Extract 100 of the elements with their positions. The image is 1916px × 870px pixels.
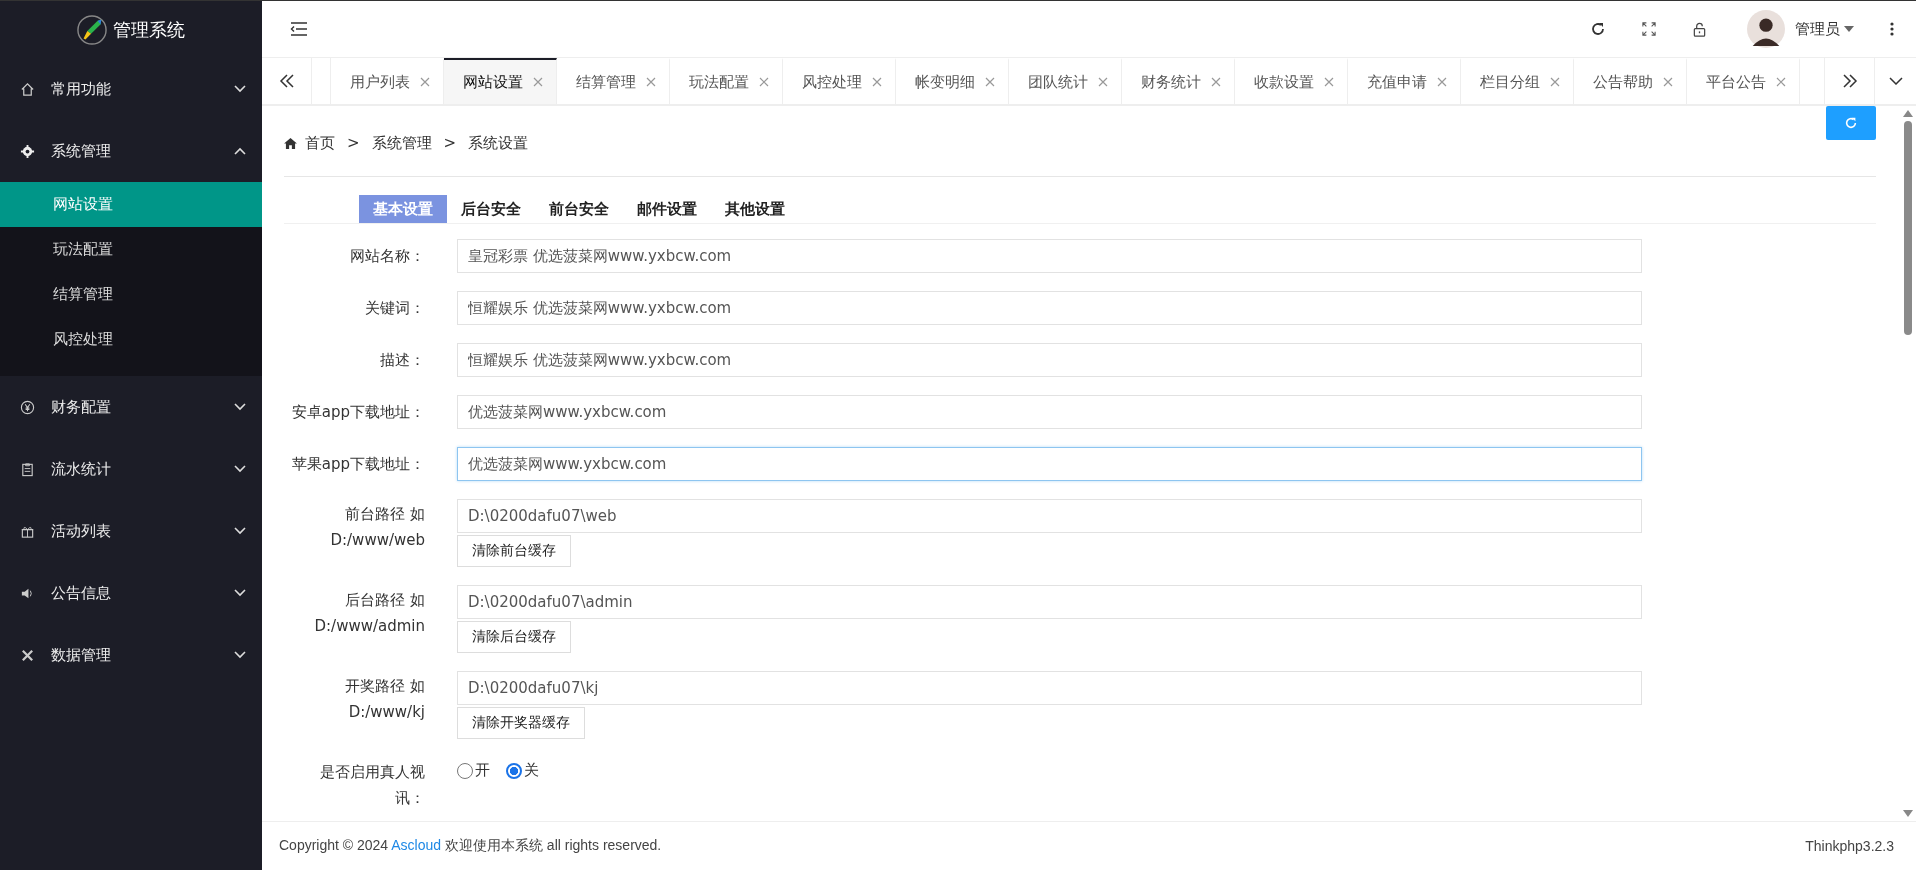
menu-icon[interactable] (290, 21, 308, 37)
chevron-up-icon (234, 147, 246, 155)
page-tab[interactable]: 平台公告 (1687, 58, 1800, 104)
clear-cache-button[interactable]: 清除开奖器缓存 (457, 707, 585, 739)
text-field[interactable]: 优选菠菜网www.yxbcw.com (457, 447, 1642, 481)
close-icon[interactable] (1324, 77, 1334, 87)
page-tab[interactable]: 公告帮助 (1574, 58, 1687, 104)
close-icon[interactable] (1211, 77, 1221, 87)
close-icon[interactable] (420, 77, 430, 87)
page-tab[interactable]: 结算管理 (557, 58, 670, 104)
clear-cache-button[interactable]: 清除前台缓存 (457, 535, 571, 567)
close-icon[interactable] (533, 77, 543, 87)
avatar[interactable] (1747, 10, 1785, 48)
field-label: 网站名称： (350, 246, 425, 267)
field-label: 开奖路径 如 D:/www/kj (344, 676, 425, 723)
field-label: 苹果app下载地址： (291, 454, 425, 475)
menu-item[interactable]: 活动列表 (0, 500, 262, 562)
menu-item[interactable]: 系统管理 (0, 120, 262, 182)
menu-item[interactable]: 常用功能 (0, 58, 262, 120)
close-icon[interactable] (1663, 77, 1673, 87)
page-tab[interactable]: 栏目分组 (1461, 58, 1574, 104)
refresh-icon[interactable] (1590, 21, 1606, 37)
tab-label: 团队统计 (1028, 72, 1088, 92)
clipboard-icon (20, 461, 35, 477)
page-tab[interactable]: 财务统计 (1122, 58, 1235, 104)
chevron-down-icon (234, 651, 246, 659)
clear-cache-button[interactable]: 清除后台缓存 (457, 621, 571, 653)
settings-tab[interactable]: 邮件设置 (623, 195, 711, 223)
menu-item[interactable]: 公告信息 (0, 562, 262, 624)
chevron-down-icon (234, 465, 246, 473)
close-icon[interactable] (985, 77, 995, 87)
menu-item[interactable]: 流水统计 (0, 438, 262, 500)
tab-label: 公告帮助 (1593, 72, 1653, 92)
breadcrumb-item[interactable]: 系统管理 (371, 133, 432, 153)
tab-label: 平台公告 (1706, 72, 1766, 92)
radio-option[interactable]: 关 (506, 761, 539, 780)
page-tab[interactable]: 充值申请 (1348, 58, 1461, 104)
company-link[interactable]: Ascloud (391, 837, 442, 853)
version-text: Thinkphp3.2.3 (1805, 838, 1894, 854)
menu-item[interactable]: 数据管理 (0, 624, 262, 686)
submenu-item[interactable]: 网站设置 (0, 182, 262, 227)
close-icon[interactable] (872, 77, 882, 87)
page-tab[interactable]: 团队统计 (1009, 58, 1122, 104)
page-tab[interactable]: 玩法配置 (670, 58, 783, 104)
tab-label: 栏目分组 (1480, 72, 1540, 92)
close-icon[interactable] (759, 77, 769, 87)
home-icon (284, 137, 297, 149)
page-tab[interactable]: 网站设置 (444, 58, 557, 104)
user-menu[interactable]: 管理员 (1795, 19, 1854, 39)
field-label: 是否启用真人视讯： (319, 762, 425, 809)
yen-icon (20, 399, 35, 415)
settings-tab[interactable]: 后台安全 (447, 195, 535, 223)
page-tab[interactable]: 风控处理 (783, 58, 896, 104)
breadcrumb-separator: > (347, 134, 360, 152)
chevron-down-icon (234, 589, 246, 597)
home-icon (20, 81, 35, 97)
text-field[interactable]: 恒耀娱乐 优选菠菜网www.yxbcw.com (457, 291, 1642, 325)
radio-option[interactable]: 开 (457, 761, 490, 780)
submenu-item[interactable]: 玩法配置 (0, 227, 262, 272)
close-icon[interactable] (1098, 77, 1108, 87)
refresh-icon (1844, 116, 1858, 130)
text-field[interactable]: D:\0200dafu07\kj (457, 671, 1642, 705)
field-label: 安卓app下载地址： (291, 402, 425, 423)
double-chevron-left-icon (278, 74, 295, 88)
more-icon[interactable] (1890, 21, 1894, 37)
tab-label: 结算管理 (576, 72, 636, 92)
page-tab[interactable]: 帐变明细 (896, 58, 1009, 104)
fullscreen-icon[interactable] (1642, 22, 1656, 36)
radio-button[interactable] (506, 762, 522, 779)
field-label: 后台路径 如 D:/www/admin (313, 590, 425, 637)
tab-label: 网站设置 (463, 72, 523, 92)
tab-label: 帐变明细 (915, 72, 975, 92)
close-icon[interactable] (1437, 77, 1447, 87)
reload-button[interactable] (1826, 106, 1876, 140)
breadcrumb-separator: > (443, 134, 457, 152)
field-label: 关键词： (365, 298, 425, 319)
tab-label: 用户列表 (350, 72, 410, 92)
close-icon[interactable] (1776, 77, 1786, 87)
app-title: 管理系统 (113, 17, 185, 42)
close-icon[interactable] (1550, 77, 1560, 87)
page-tab[interactable]: 收款设置 (1235, 58, 1348, 104)
text-field[interactable]: 优选菠菜网www.yxbcw.com (457, 395, 1642, 429)
close-icon[interactable] (646, 77, 656, 87)
tab-label: 玩法配置 (689, 72, 749, 92)
submenu-item[interactable]: 结算管理 (0, 272, 262, 317)
copyright-text: Copyright © 2024 Ascloud 欢迎使用本系统 all rights reserved. (279, 837, 662, 855)
tab-label: 充值申请 (1367, 72, 1427, 92)
text-field[interactable]: D:\0200dafu07\admin (457, 585, 1642, 619)
settings-tab[interactable]: 其他设置 (711, 195, 799, 223)
text-field[interactable]: 恒耀娱乐 优选菠菜网www.yxbcw.com (457, 343, 1642, 377)
tab-label: 收款设置 (1254, 72, 1314, 92)
breadcrumb-item[interactable]: 首页 (305, 133, 335, 153)
text-field[interactable]: D:\0200dafu07\web (457, 499, 1642, 533)
lock-icon[interactable] (1692, 21, 1707, 37)
settings-tab[interactable]: 前台安全 (535, 195, 623, 223)
tab-label: 风控处理 (802, 72, 862, 92)
submenu-item[interactable]: 风控处理 (0, 317, 262, 362)
menu-item[interactable]: 财务配置 (0, 376, 262, 438)
chevron-down-icon (234, 403, 246, 411)
text-field[interactable]: 皇冠彩票 优选菠菜网www.yxbcw.com (457, 239, 1642, 273)
